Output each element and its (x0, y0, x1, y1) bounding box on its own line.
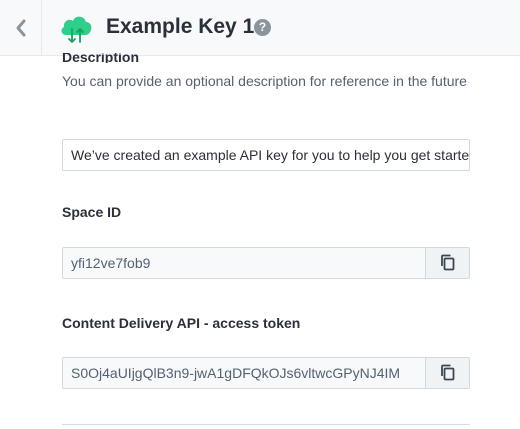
cda-token-value[interactable]: S0Oj4aUIjgQlB3n9-jwA1gDFQkOJs6vltwcGPyNJ… (63, 358, 425, 388)
section-divider (62, 424, 470, 425)
cda-token-label: Content Delivery API - access token (62, 315, 301, 331)
description-label-text: Description (62, 53, 140, 63)
cda-token-field: S0Oj4aUIjgQlB3n9-jwA1gDFQkOJs6vltwcGPyNJ… (62, 357, 470, 389)
copy-cda-token-button[interactable] (425, 358, 469, 388)
space-id-label: Space ID (62, 204, 122, 220)
description-input[interactable]: We’ve created an example API key for you… (62, 139, 470, 171)
copy-icon (440, 364, 454, 381)
copy-icon (440, 254, 454, 271)
description-label: Description (62, 53, 139, 63)
space-id-field: yfi12ve7fob9 (62, 247, 470, 279)
space-id-value[interactable]: yfi12ve7fob9 (63, 248, 425, 278)
copy-space-id-button[interactable] (425, 248, 469, 278)
page-title: Example Key 1 (106, 15, 255, 38)
back-button[interactable] (0, 0, 42, 56)
question-mark-icon[interactable]: ? (254, 19, 271, 36)
app-header: Example Key 1 ? (0, 0, 520, 56)
chevron-left-icon (16, 19, 25, 37)
description-help-text: You can provide an optional description … (62, 73, 467, 89)
cloud-sync-icon (61, 16, 92, 43)
